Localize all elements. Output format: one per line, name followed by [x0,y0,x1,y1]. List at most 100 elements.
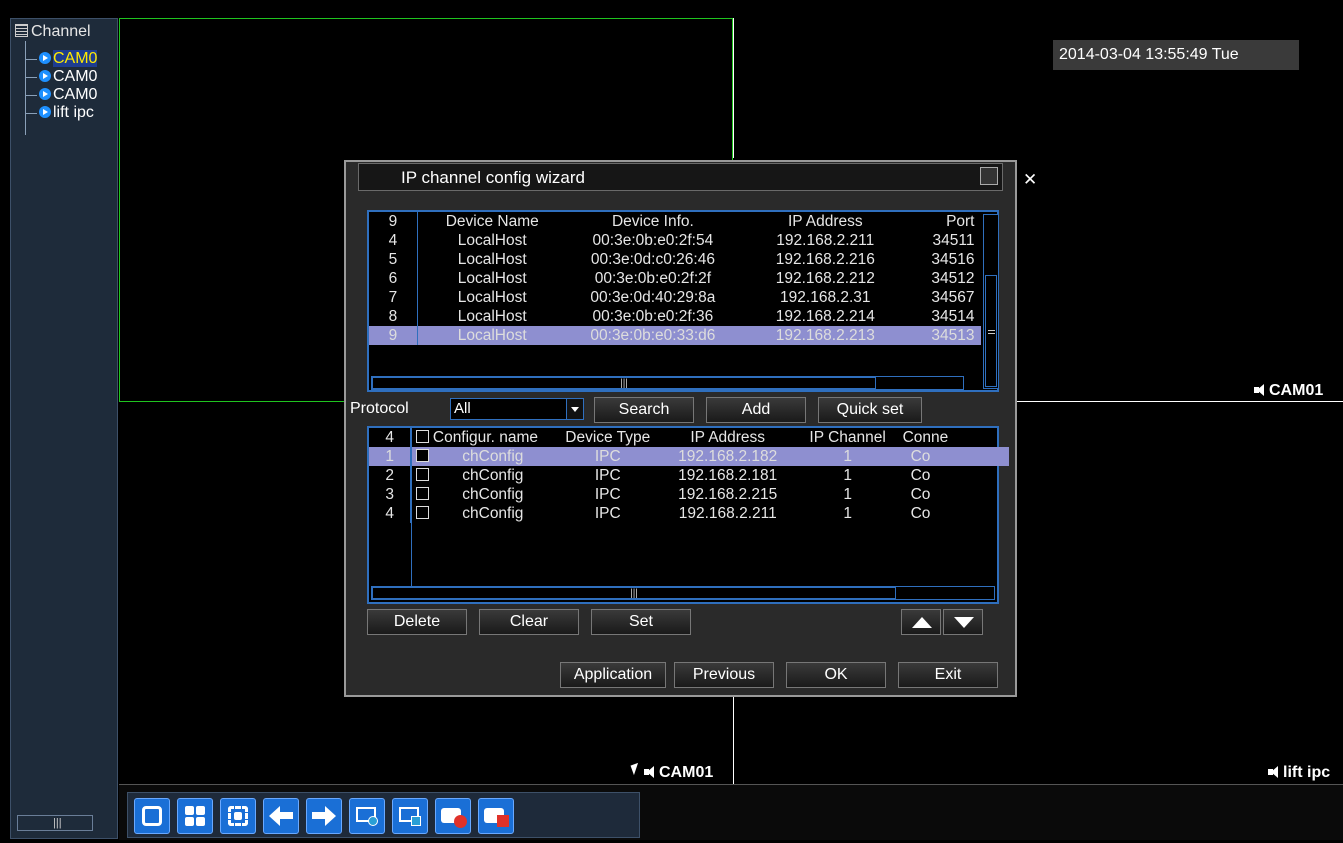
next-page-button[interactable] [306,798,342,834]
table-row[interactable]: 7 LocalHost 00:3e:0d:40:29:8a 192.168.2.… [369,288,981,307]
channel-tree-title: Channel [31,23,91,40]
column-header-device-type[interactable]: Device Type [553,428,663,447]
column-header-count: 9 [369,212,418,231]
close-icon: ✕ [1023,170,1038,189]
previous-page-button[interactable] [263,798,299,834]
application-button[interactable]: Application [560,662,666,688]
protocol-label: Protocol [350,400,409,417]
speaker-muted-icon [1254,384,1268,396]
device-search-table[interactable]: 9 Device Name Device Info. IP Address Po… [367,210,999,392]
set-button[interactable]: Set [591,609,691,635]
table-row[interactable]: 5 LocalHost 00:3e:0d:c0:26:46 192.168.2.… [369,250,981,269]
table-row[interactable]: 4 LocalHost 00:3e:0b:e0:2f:54 192.168.2.… [369,231,981,250]
single-view-button[interactable] [134,798,170,834]
speaker-muted-icon [644,766,658,778]
exit-button[interactable]: Exit [898,662,998,688]
config-table-hscrollbar[interactable]: ||| [371,586,995,600]
record-stop-button[interactable] [478,798,514,834]
table-row[interactable]: 3 chConfig IPC 192.168.2.215 1 Co [369,485,1009,504]
tree-branch [25,77,37,78]
column-header-connection[interactable]: Conne [903,428,1009,447]
sidebar-item-label: CAM0 [53,50,98,67]
table-header-row: 4 Configur. name Device Type IP Address … [369,428,1009,447]
sidebar-scrollbar[interactable]: ||| [17,815,93,831]
channel-sidebar: Channel CAM0 CAM0 CAM0 lift ipc ||| [10,18,118,839]
sidebar-item-cam0-1[interactable]: CAM0 [39,50,98,68]
table-row[interactable]: 6 LocalHost 00:3e:0b:e0:2f:2f 192.168.2.… [369,269,981,288]
sidebar-item-cam0-3[interactable]: CAM0 [39,86,97,104]
move-down-button[interactable] [943,609,983,635]
row-checkbox[interactable] [411,504,433,523]
table-row-selected[interactable]: 1 chConfig IPC 192.168.2.182 1 Co [369,447,1009,466]
column-divider [411,428,412,588]
osd-datetime: 2014-03-04 13:55:49 Tue [1053,40,1299,70]
row-checkbox[interactable] [411,466,433,485]
table-row[interactable]: 2 chConfig IPC 192.168.2.181 1 Co [369,466,1009,485]
column-header-device-info[interactable]: Device Info. [567,212,739,231]
single-view-icon [142,806,162,826]
mouse-cursor-icon [630,762,642,776]
delete-button[interactable]: Delete [367,609,467,635]
sidebar-item-label: lift ipc [53,104,94,121]
tree-branch [25,95,37,96]
camera-play-icon [39,88,51,100]
quad-view-button[interactable] [177,798,213,834]
checkbox-icon [415,487,429,500]
arrow-down-icon [954,617,974,628]
column-header-device-name[interactable]: Device Name [417,212,566,231]
bottom-toolbar [119,784,1343,840]
channel-config-grid: 4 Configur. name Device Type IP Address … [369,428,1009,523]
tree-branch [25,59,37,60]
checkbox-icon [415,430,429,443]
next-page-icon [312,805,336,827]
column-header-ip-address[interactable]: IP Address [663,428,793,447]
column-header-ip-channel[interactable]: IP Channel [793,428,903,447]
move-up-button[interactable] [901,609,941,635]
ok-button[interactable]: OK [786,662,886,688]
channel-tree-header[interactable]: Channel [15,23,91,41]
select-all-checkbox[interactable] [411,428,433,447]
previous-button[interactable]: Previous [674,662,774,688]
clear-button[interactable]: Clear [479,609,579,635]
camera-play-icon [39,70,51,82]
record-start-button[interactable] [435,798,471,834]
monitor-button[interactable] [392,798,428,834]
osd-camera-label: CAM01 [1254,382,1323,400]
sidebar-item-lift-ipc[interactable]: lift ipc [39,104,94,122]
checkbox-icon [415,449,429,462]
search-table-vscrollbar[interactable] [983,214,999,389]
column-header-ip-address[interactable]: IP Address [739,212,911,231]
table-row-selected[interactable]: 9 LocalHost 00:3e:0b:e0:33:d6 192.168.2.… [369,326,981,345]
channel-list-icon [15,24,28,37]
dialog-titlebar[interactable]: IP channel config wizard ✕ [358,163,1037,191]
add-button[interactable]: Add [706,397,806,423]
protocol-select[interactable]: All [450,398,584,420]
playback-button[interactable] [349,798,385,834]
dialog-title: IP channel config wizard [401,168,585,187]
column-header-config-name[interactable]: Configur. name [433,428,553,447]
row-checkbox[interactable] [411,485,433,504]
previous-page-icon [269,805,293,827]
speaker-muted-icon [1268,766,1282,778]
fullscreen-button[interactable] [220,798,256,834]
camera-play-icon [39,52,51,64]
row-checkbox[interactable] [410,447,433,466]
osd-camera-label: CAM01 [644,764,713,782]
scroll-thumb[interactable]: ||| [372,377,876,389]
grid-divider [733,18,734,158]
column-header-port[interactable]: Port [912,212,981,231]
table-row[interactable]: 8 LocalHost 00:3e:0b:e0:2f:36 192.168.2.… [369,307,981,326]
sidebar-item-label: CAM0 [53,68,98,85]
close-button[interactable]: ✕ [980,167,1037,188]
scroll-thumb[interactable]: ||| [372,587,896,599]
scroll-thumb[interactable] [985,275,997,387]
scroll-thumb-grip: ||| [53,817,62,829]
quick-set-button[interactable]: Quick set [818,397,922,423]
table-row[interactable]: 4 chConfig IPC 192.168.2.211 1 Co [369,504,1009,523]
search-table-hscrollbar[interactable]: ||| [371,376,964,390]
protocol-value: All [454,400,471,417]
channel-config-table[interactable]: 4 Configur. name Device Type IP Address … [367,426,1009,604]
sidebar-item-cam0-2[interactable]: CAM0 [39,68,97,86]
column-header-count: 4 [369,428,412,447]
search-button[interactable]: Search [594,397,694,423]
